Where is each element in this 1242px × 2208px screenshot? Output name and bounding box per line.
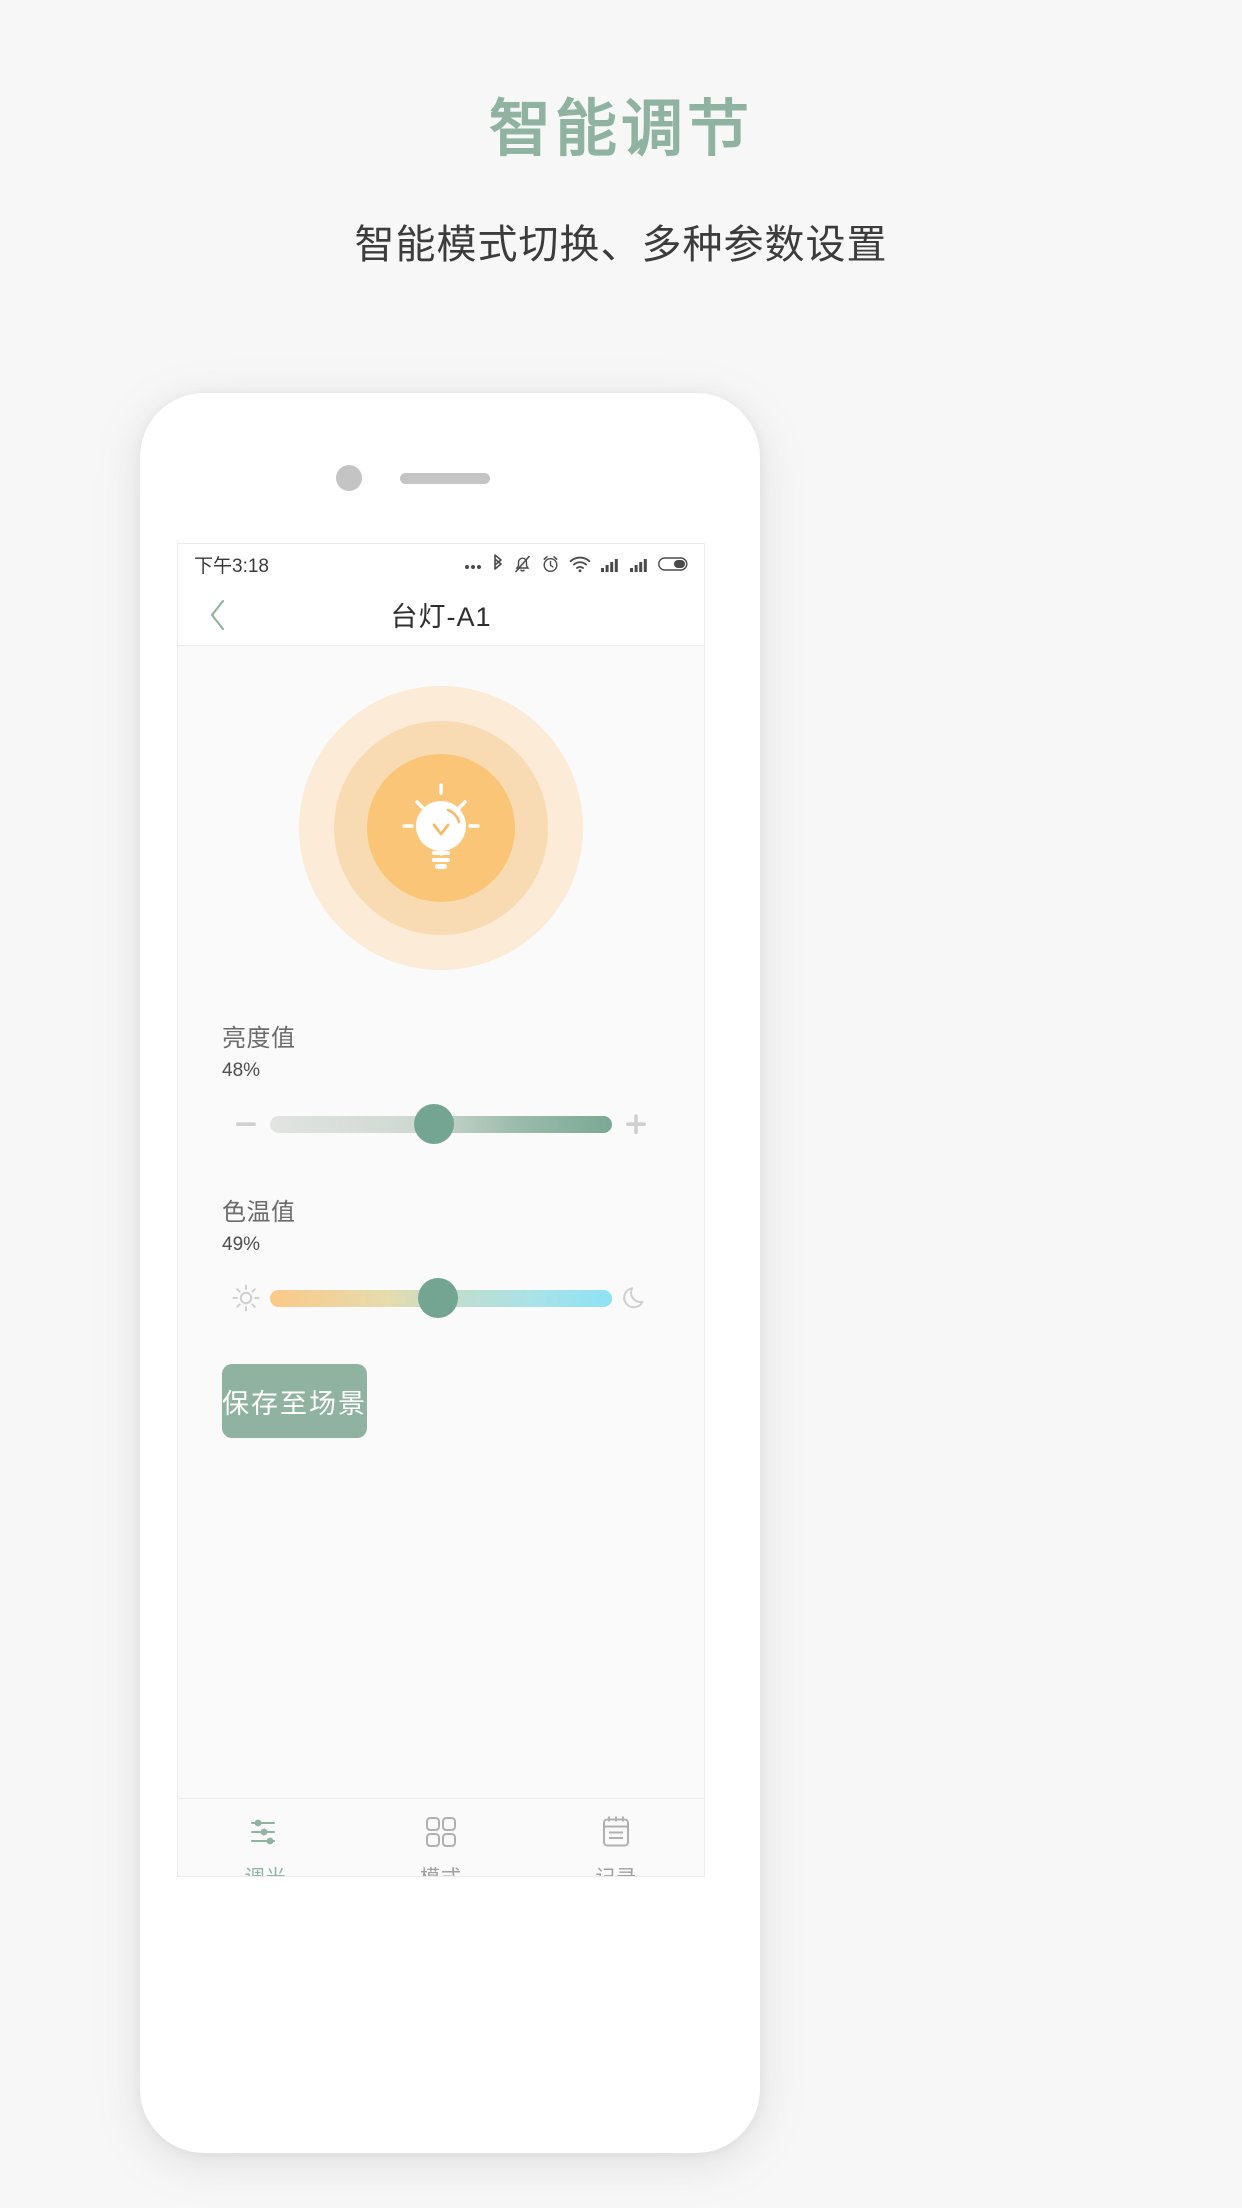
status-icons [463,554,690,574]
alarm-clock-icon [541,554,560,574]
clipboard-icon [603,1816,630,1847]
save-to-scene-button[interactable]: 保存至场景 [222,1364,367,1438]
brightness-value: 48% [222,1060,261,1081]
promo-header: 智能调节 智能模式切换、多种参数设置 [0,0,1242,270]
moon-icon[interactable] [612,1283,660,1313]
brightness-thumb[interactable] [414,1104,455,1144]
promo-title: 智能调节 [488,95,753,164]
brightness-slider[interactable] [270,1102,612,1146]
grid-icon [425,1817,456,1847]
status-bar: 下午3:18 [178,544,704,584]
signal-bars-icon [600,555,620,573]
wifi-icon [569,555,591,573]
color-temp-slider[interactable] [270,1276,612,1320]
color-temp-section: 色温值 49% [178,1192,704,1320]
brightness-slider-row [222,1102,660,1146]
tab-mode[interactable]: 模式 [353,1813,528,1876]
plus-icon[interactable] [612,1110,660,1138]
more-dots-icon [463,555,483,573]
tab-records[interactable]: 记录 [529,1813,704,1876]
lamp-glow[interactable] [178,678,704,978]
minus-icon[interactable] [222,1110,270,1138]
color-temp-label: 色温值 [222,1199,296,1226]
chevron-left-icon [210,599,225,630]
phone-mockup: 下午3:18 台灯-A1 亮度值 48% 色温值 49% 保存至场景 [140,393,760,2153]
earpiece-speaker-icon [400,473,490,484]
brightness-section: 亮度值 48% [178,1018,704,1146]
back-button[interactable] [192,584,244,645]
page-title: 台灯-A1 [390,602,492,632]
nav-bar: 台灯-A1 [178,584,704,646]
sliders-icon [250,1819,275,1845]
bell-muted-icon [513,554,532,574]
color-temp-value: 49% [222,1234,261,1255]
color-temp-thumb[interactable] [417,1278,458,1318]
light-bulb-icon [402,783,480,869]
promo-subtitle: 智能模式切换、多种参数设置 [354,223,888,268]
status-time: 下午3:18 [194,555,269,577]
front-camera-icon [336,465,362,491]
tab-bar: 调光 模式 [178,1798,704,1876]
tab-dimming[interactable]: 调光 [178,1813,353,1876]
phone-screen: 下午3:18 台灯-A1 亮度值 48% 色温值 49% 保存至场景 [177,543,705,1877]
sun-icon[interactable] [222,1283,270,1313]
bluetooth-icon [492,554,504,574]
tab-records-label: 记录 [595,1861,637,1876]
tab-mode-label: 模式 [420,1861,462,1876]
main-content: 亮度值 48% 色温值 49% 保存至场景 [178,678,704,1876]
signal-bars-icon [629,555,649,573]
color-temp-slider-row [222,1276,660,1320]
brightness-label: 亮度值 [222,1025,296,1052]
tab-dimming-label: 调光 [245,1861,287,1876]
battery-icon [658,555,690,573]
